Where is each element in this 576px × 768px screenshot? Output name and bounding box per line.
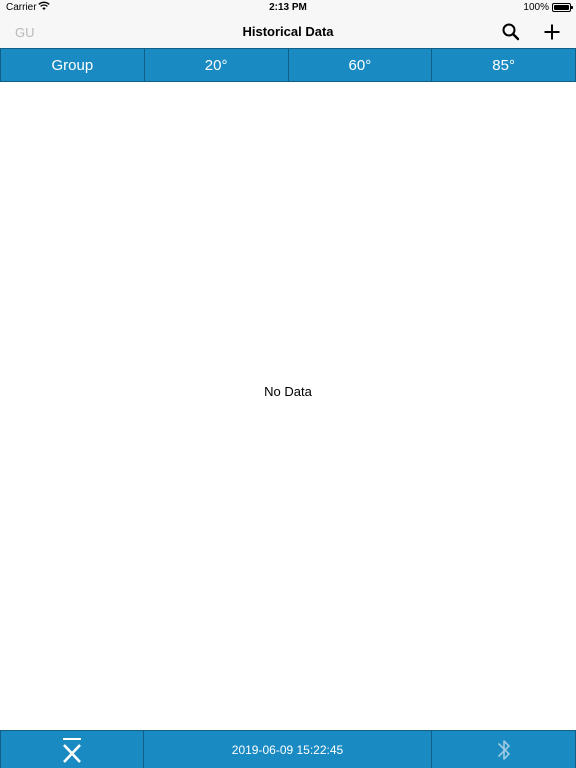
search-icon[interactable] [501,22,521,42]
bluetooth-icon [497,739,510,760]
status-time: 2:13 PM [269,2,307,13]
datetime-display[interactable]: 2019-06-09 15:22:45 [144,731,432,768]
mean-button[interactable] [0,731,144,768]
navigation-bar: GU Historical Data [0,16,576,48]
battery-icon [552,3,573,12]
column-header-20[interactable]: 20° [145,49,289,81]
table-header: Group 20° 60° 85° [0,48,576,82]
column-header-group[interactable]: Group [0,49,145,81]
add-icon[interactable] [542,22,562,42]
empty-state-message: No Data [264,384,312,399]
status-bar: Carrier 2:13 PM 100% [0,0,576,16]
bottom-toolbar: 2019-06-09 15:22:45 [0,730,576,768]
bluetooth-button[interactable] [432,731,576,768]
column-header-60[interactable]: 60° [289,49,433,81]
battery-percent: 100% [523,2,549,13]
page-title: Historical Data [242,24,334,39]
column-header-85[interactable]: 85° [432,49,576,81]
x-bar-icon [63,737,81,763]
